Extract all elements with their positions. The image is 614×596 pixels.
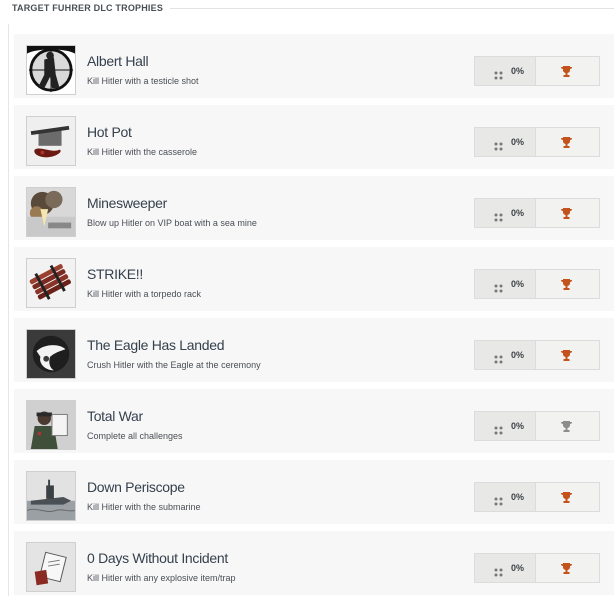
trophy-tier-button[interactable] <box>536 411 600 441</box>
trophy-icon <box>560 349 573 362</box>
trophy-controls: 0% <box>474 340 614 370</box>
trophy-title: Total War <box>87 408 143 424</box>
rifle-scope-icon <box>26 45 76 95</box>
trophy-tier-button[interactable] <box>536 56 600 86</box>
trophy-description: Kill Hitler with a testicle shot <box>87 76 199 86</box>
section-title: TARGET FUHRER DLC TROPHIES <box>12 3 164 13</box>
owners-percent-button[interactable]: 0% <box>474 411 536 441</box>
grid-icon <box>494 67 503 80</box>
trophy-controls: 0% <box>474 56 614 86</box>
percent-label: 0% <box>511 492 525 502</box>
trophy-row: Minesweeper Blow up Hitler on VIP boat wi… <box>14 176 614 240</box>
trophy-controls: 0% <box>474 127 614 157</box>
eagle-icon <box>26 329 76 379</box>
owners-percent-button[interactable]: 0% <box>474 198 536 228</box>
trophy-icon <box>560 562 573 575</box>
trophy-tier-button[interactable] <box>536 340 600 370</box>
grid-icon <box>494 209 503 222</box>
trophy-tier-button[interactable] <box>536 127 600 157</box>
list-border <box>8 24 9 596</box>
trophy-title: Down Periscope <box>87 479 185 495</box>
owners-percent-button[interactable]: 0% <box>474 56 536 86</box>
trophy-row: STRIKE!! Kill Hitler with a torpedo rack 0… <box>14 247 614 311</box>
owners-percent-button[interactable]: 0% <box>474 269 536 299</box>
trophy-icon <box>560 207 573 220</box>
torpedo-rack-icon <box>26 258 76 308</box>
owners-percent-button[interactable]: 0% <box>474 340 536 370</box>
owners-percent-button[interactable]: 0% <box>474 127 536 157</box>
grid-icon <box>494 138 503 151</box>
owners-percent-button[interactable]: 0% <box>474 482 536 512</box>
grid-icon <box>494 351 503 364</box>
trophy-title: The Eagle Has Landed <box>87 337 225 353</box>
trophy-controls: 0% <box>474 411 614 441</box>
trophy-row: The Eagle Has Landed Crush Hitler with th… <box>14 318 614 382</box>
grid-icon <box>494 564 503 577</box>
trophy-controls: 0% <box>474 482 614 512</box>
percent-label: 0% <box>511 563 525 573</box>
percent-label: 0% <box>511 279 525 289</box>
trophy-description: Kill Hitler with the submarine <box>87 502 201 512</box>
trophy-tier-button[interactable] <box>536 269 600 299</box>
percent-label: 0% <box>511 66 525 76</box>
trophy-description: Complete all challenges <box>87 431 183 441</box>
explosive-icon <box>26 542 76 592</box>
trophy-row: Albert Hall Kill Hitler with a testicle s… <box>14 34 614 98</box>
percent-label: 0% <box>511 350 525 360</box>
trophy-icon <box>560 491 573 504</box>
percent-label: 0% <box>511 421 525 431</box>
grid-icon <box>494 280 503 293</box>
trophy-row: Down Periscope Kill Hitler with the subma… <box>14 460 614 524</box>
trophy-row: 0 Days Without Incident Kill Hitler with … <box>14 531 614 595</box>
trophy-tier-button[interactable] <box>536 198 600 228</box>
section-header: TARGET FUHRER DLC TROPHIES <box>0 0 614 20</box>
grid-icon <box>494 422 503 435</box>
trophy-title: Minesweeper <box>87 195 167 211</box>
trophy-title: 0 Days Without Incident <box>87 550 228 566</box>
trophy-description: Kill Hitler with any explosive item/trap <box>87 573 236 583</box>
trophy-icon <box>560 136 573 149</box>
casserole-icon <box>26 116 76 166</box>
trophy-tier-button[interactable] <box>536 482 600 512</box>
trophy-icon <box>560 278 573 291</box>
trophy-icon <box>560 420 573 433</box>
trophy-description: Kill Hitler with a torpedo rack <box>87 289 202 299</box>
grid-icon <box>494 493 503 506</box>
header-divider <box>170 8 614 9</box>
owners-percent-button[interactable]: 0% <box>474 553 536 583</box>
trophy-controls: 0% <box>474 198 614 228</box>
submarine-icon <box>26 471 76 521</box>
trophy-row: Hot Pot Kill Hitler with the casserole 0% <box>14 105 614 169</box>
explosion-icon <box>26 187 76 237</box>
percent-label: 0% <box>511 137 525 147</box>
trophy-description: Crush Hitler with the Eagle at the cerem… <box>87 360 261 370</box>
percent-label: 0% <box>511 208 525 218</box>
trophy-title: Hot Pot <box>87 124 132 140</box>
trophy-row: Total War Complete all challenges 0% <box>14 389 614 453</box>
trophy-title: STRIKE!! <box>87 266 143 282</box>
trophy-icon <box>560 65 573 78</box>
trophy-tier-button[interactable] <box>536 553 600 583</box>
trophy-description: Blow up Hitler on VIP boat with a sea mi… <box>87 218 257 228</box>
trophy-controls: 0% <box>474 553 614 583</box>
trophy-description: Kill Hitler with the casserole <box>87 147 198 157</box>
officer-icon <box>26 400 76 450</box>
trophy-title: Albert Hall <box>87 53 149 69</box>
trophy-controls: 0% <box>474 269 614 299</box>
